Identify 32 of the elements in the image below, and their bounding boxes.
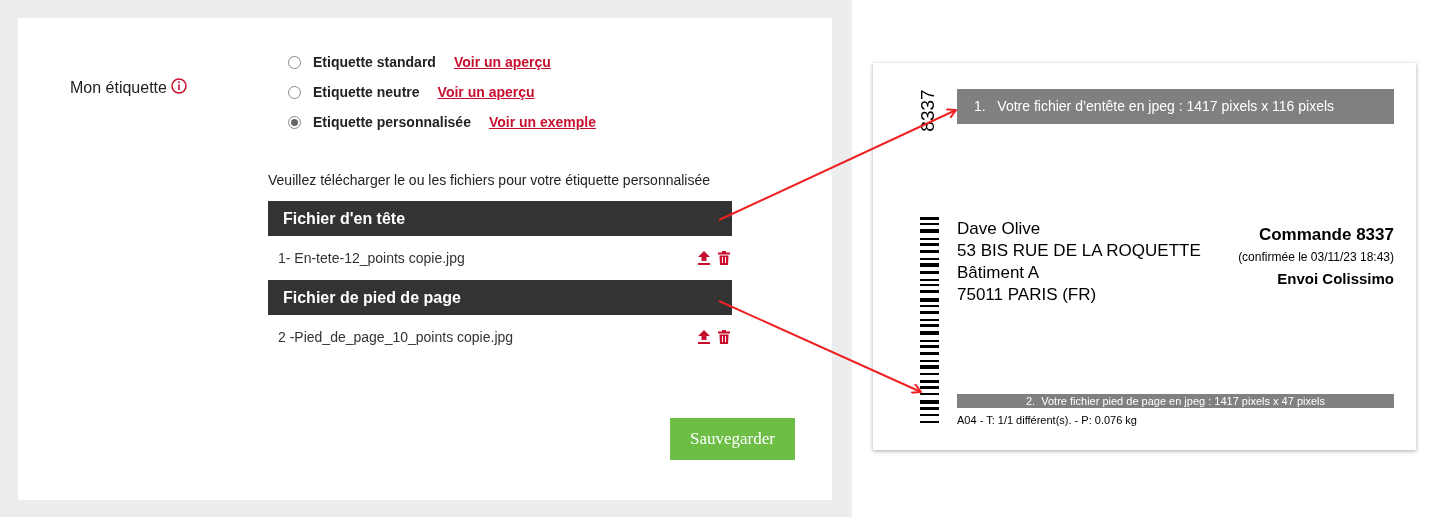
footer-placeholder-bar: 2. Votre fichier pied de page en jpeg : 1417 pixels x 47 pixels xyxy=(957,394,1394,408)
radio-button[interactable] xyxy=(288,85,301,99)
instruction-text: Veuillez télécharger le ou les fichiers pour votre étiquette personnalisée xyxy=(268,171,712,190)
package-details: A04 - T: 1/1 différent(s). - P: 0.076 kg xyxy=(957,413,1138,428)
address-line: Dave Olive xyxy=(957,218,1042,240)
info-icon xyxy=(170,78,187,94)
option-label: Etiquette standard xyxy=(313,52,436,72)
preview-link[interactable]: Voir un exemple xyxy=(488,111,597,133)
order-number: Commande 8337 xyxy=(1258,224,1394,246)
header-placeholder-bar: 1. Votre fichier d’entête en jpeg : 1417 pixels x 116 pixels xyxy=(957,89,1394,124)
setting-label: Mon étiquette xyxy=(70,78,167,98)
upload-icon[interactable] xyxy=(698,251,710,265)
preview-link[interactable]: Voir un aperçu xyxy=(437,81,535,103)
confirmation-date: (confirmée le 03/11/23 18:43) xyxy=(1238,249,1394,266)
delete-icon[interactable] xyxy=(718,251,730,265)
shipping-method: Envoi Colissimo xyxy=(1277,269,1394,289)
radio-button[interactable] xyxy=(288,55,301,69)
address-line: Bâtiment A xyxy=(957,262,1041,284)
file-name: 2 -Pied_de_page_10_points copie.jpg xyxy=(278,327,514,347)
upload-icon[interactable] xyxy=(698,330,710,344)
side-number: 8337 xyxy=(917,89,937,132)
delete-icon[interactable] xyxy=(718,330,730,344)
section-header: Fichier de pied de page xyxy=(268,280,732,315)
radio-button[interactable] xyxy=(288,115,301,129)
address-line: 53 BIS RUE DE LA ROQUETTE xyxy=(957,240,1201,262)
address-line: 75011 PARIS (FR) xyxy=(957,284,1098,306)
barcode-icon xyxy=(920,217,939,424)
option-label: Etiquette personnalisée xyxy=(313,112,471,132)
preview-link[interactable]: Voir un aperçu xyxy=(453,51,551,73)
option-label: Etiquette neutre xyxy=(313,82,420,102)
section-header: Fichier d'en tête xyxy=(268,201,732,236)
file-name: 1- En-tete-12_points copie.jpg xyxy=(278,248,465,268)
